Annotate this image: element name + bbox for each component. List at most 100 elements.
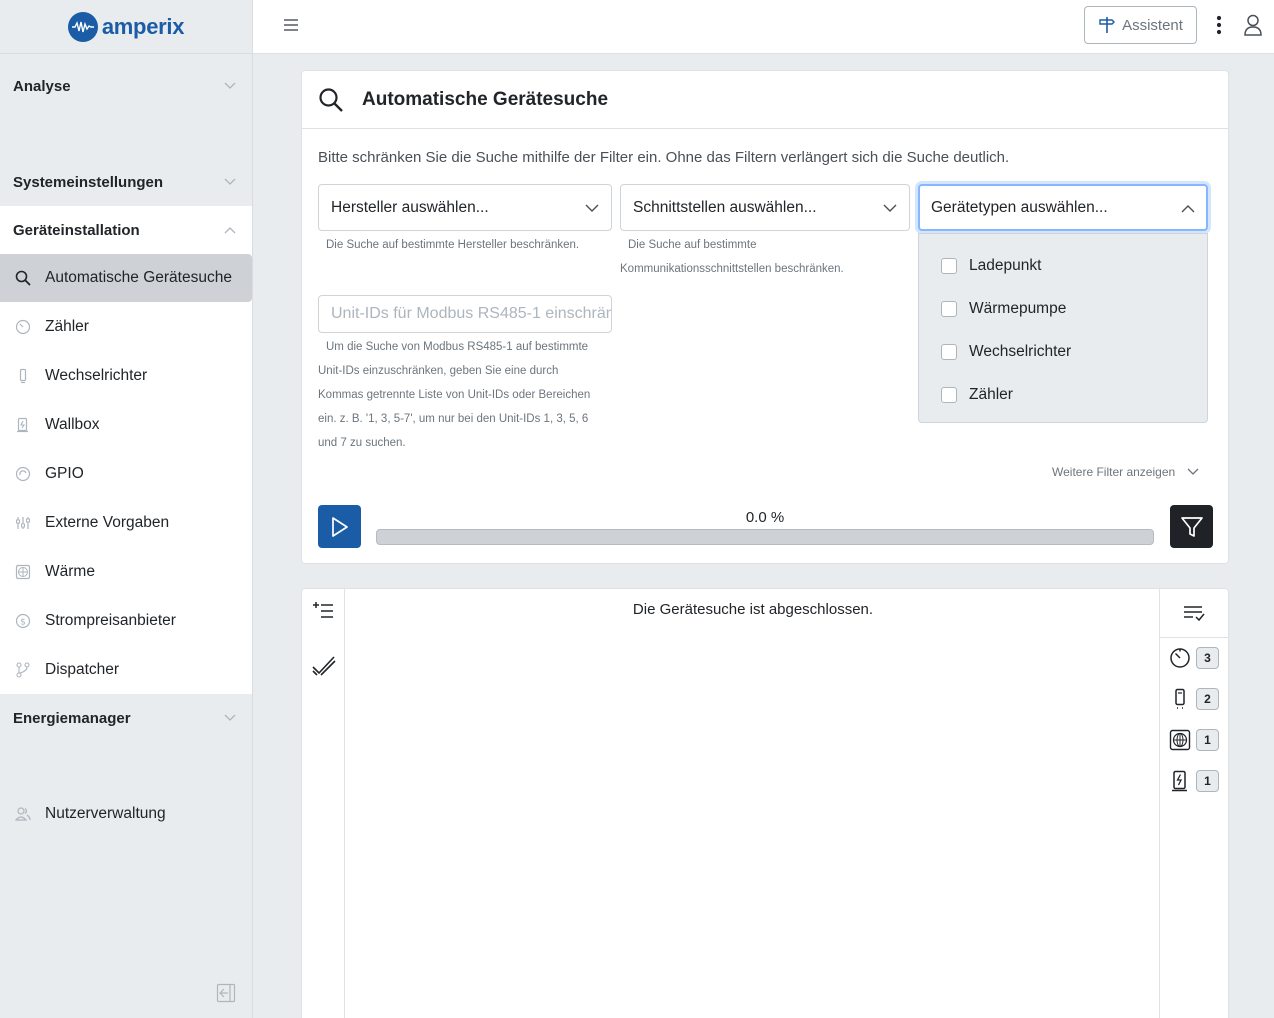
sidebar-item-label: Automatische Gerätesuche bbox=[45, 269, 232, 286]
sidebar-item-wechselrichter[interactable]: Wechselrichter bbox=[0, 352, 252, 400]
sidebar-item-zaehler[interactable]: Zähler bbox=[0, 303, 252, 351]
option-label: Wärmepumpe bbox=[969, 300, 1067, 317]
filter-button[interactable] bbox=[1170, 505, 1213, 548]
nav-group-geraeteinstallation[interactable]: Geräteinstallation bbox=[0, 206, 252, 254]
wallbox-icon bbox=[15, 417, 31, 433]
manufacturer-select[interactable]: Hersteller auswählen... bbox=[318, 184, 612, 231]
sidebar-item-dispatcher[interactable]: Dispatcher bbox=[0, 646, 252, 694]
add-list-icon[interactable] bbox=[312, 601, 334, 624]
more-filters-toggle[interactable]: Weitere Filter anzeigen bbox=[1052, 465, 1199, 479]
price-icon: $ bbox=[15, 613, 31, 629]
sidebar-item-wallbox[interactable]: Wallbox bbox=[0, 401, 252, 449]
card-header: Automatische Gerätesuche bbox=[302, 71, 1228, 129]
summary-header bbox=[1160, 589, 1228, 638]
checkbox[interactable] bbox=[941, 258, 957, 274]
device-type-option[interactable]: Zähler bbox=[941, 384, 1013, 406]
interfaces-select-value: Schnittstellen auswählen... bbox=[633, 198, 817, 216]
option-label: Ladepunkt bbox=[969, 257, 1042, 274]
nav-group-label: Systemeinstellungen bbox=[13, 173, 164, 191]
unit-ids-input[interactable]: Unit-IDs für Modbus RS485-1 einschränken bbox=[318, 295, 612, 333]
nav-group-label: Geräteinstallation bbox=[13, 221, 140, 239]
chevron-up-icon bbox=[224, 227, 236, 234]
heat-icon bbox=[15, 564, 31, 580]
chevron-down-icon bbox=[585, 204, 599, 212]
device-count-row[interactable]: 3 bbox=[1160, 643, 1229, 673]
device-type-option[interactable]: Wechselrichter bbox=[941, 341, 1071, 363]
nav-group-energiemanager[interactable]: Energiemanager bbox=[0, 694, 252, 742]
play-icon bbox=[331, 516, 348, 537]
device-type-option[interactable]: Wärmepumpe bbox=[941, 298, 1066, 320]
manufacturer-help: Die Suche auf bestimmte Hersteller besch… bbox=[326, 239, 580, 251]
sidebar-item-label: Zähler bbox=[45, 318, 89, 335]
checkbox[interactable] bbox=[941, 344, 957, 360]
meter-icon bbox=[15, 319, 31, 335]
assistant-button[interactable]: Assistent bbox=[1084, 6, 1197, 44]
signpost-icon bbox=[1099, 17, 1116, 33]
device-count-row[interactable]: 2 bbox=[1160, 684, 1229, 714]
more-filters-label: Weitere Filter anzeigen bbox=[1052, 465, 1176, 479]
results-toolbar bbox=[302, 589, 345, 1018]
sidebar-item-label: GPIO bbox=[45, 465, 84, 482]
svg-text:$: $ bbox=[20, 618, 26, 628]
wallbox-icon bbox=[1169, 770, 1191, 792]
brand-name: amperix bbox=[101, 13, 185, 39]
page-title: Automatische Gerätesuche bbox=[362, 88, 609, 110]
user-icon[interactable] bbox=[1243, 14, 1263, 41]
more-options-icon[interactable] bbox=[1216, 15, 1222, 40]
option-label: Wechselrichter bbox=[969, 343, 1072, 360]
device-types-select-value: Gerätetypen auswählen... bbox=[931, 198, 1108, 216]
device-count-row[interactable]: 1 bbox=[1160, 766, 1229, 796]
nav-group-analyse[interactable]: Analyse bbox=[0, 62, 252, 110]
sidebar-item-label: Dispatcher bbox=[45, 661, 120, 678]
option-label: Zähler bbox=[969, 386, 1013, 403]
sidebar-item-externe-vorgaben[interactable]: Externe Vorgaben bbox=[0, 499, 252, 547]
nav-group-label: Energiemanager bbox=[13, 709, 131, 727]
sidebar-item-strompreisanbieter[interactable]: $ Strompreisanbieter bbox=[0, 597, 252, 645]
external-specs-icon bbox=[15, 515, 31, 531]
unit-ids-help-line: Kommas getrennte Liste von Unit-IDs oder… bbox=[318, 389, 591, 401]
inverter-icon bbox=[1169, 688, 1191, 710]
brand-logo[interactable]: amperix bbox=[0, 0, 252, 54]
gpio-icon bbox=[15, 466, 31, 482]
interfaces-help-line: Die Suche auf bestimmte bbox=[628, 239, 757, 251]
interfaces-help-line: Kommunikationsschnittstellen beschränken… bbox=[620, 263, 844, 275]
unit-ids-help-line: Unit-IDs einzuschränken, geben Sie eine … bbox=[318, 365, 559, 377]
unit-ids-help-line: ein. z. B. '1, 3, 5-7', um nur bei den U… bbox=[318, 413, 589, 425]
sidebar-item-automatische-geraetesuche[interactable]: Automatische Gerätesuche bbox=[0, 254, 252, 302]
progress-bar bbox=[376, 529, 1154, 545]
list-check-icon[interactable] bbox=[1183, 604, 1205, 622]
dispatcher-icon bbox=[15, 662, 31, 678]
search-icon bbox=[319, 87, 343, 112]
intro-text: Bitte schränken Sie die Suche mithilfe d… bbox=[318, 149, 1010, 166]
unit-ids-help-line: und 7 zu suchen. bbox=[318, 437, 406, 449]
count-badge: 1 bbox=[1196, 770, 1219, 792]
check-all-icon[interactable] bbox=[312, 655, 336, 682]
sidebar-item-label: Externe Vorgaben bbox=[45, 514, 170, 531]
device-summary-panel: 3 2 1 1 bbox=[1159, 589, 1228, 1018]
sidebar-item-label: Wärme bbox=[45, 563, 95, 580]
unit-ids-help-line: Um die Suche von Modbus RS485-1 auf best… bbox=[326, 341, 589, 353]
sidebar-item-nutzerverwaltung[interactable]: Nutzerverwaltung bbox=[0, 790, 252, 838]
nav-section-geraeteinstallation: Geräteinstallation Automatische Gerätesu… bbox=[0, 206, 252, 694]
sidebar-item-label: Wallbox bbox=[45, 416, 100, 433]
device-search-card: Automatische Gerätesuche Bitte schränken… bbox=[301, 70, 1229, 564]
chevron-down-icon bbox=[224, 82, 236, 89]
interfaces-select[interactable]: Schnittstellen auswählen... bbox=[620, 184, 910, 231]
nav-group-systemeinstellungen[interactable]: Systemeinstellungen bbox=[0, 158, 252, 206]
collapse-sidebar-icon[interactable] bbox=[216, 983, 236, 1008]
count-badge: 1 bbox=[1196, 729, 1219, 751]
sidebar-item-gpio[interactable]: GPIO bbox=[0, 450, 252, 498]
menu-toggle-icon[interactable] bbox=[283, 18, 299, 37]
start-search-button[interactable] bbox=[318, 505, 361, 548]
checkbox[interactable] bbox=[941, 301, 957, 317]
device-types-select[interactable]: Gerätetypen auswählen... bbox=[918, 184, 1208, 231]
sidebar-item-label: Nutzerverwaltung bbox=[45, 805, 166, 822]
checkbox[interactable] bbox=[941, 387, 957, 403]
sidebar-item-waerme[interactable]: Wärme bbox=[0, 548, 252, 596]
meter-icon bbox=[1169, 647, 1191, 669]
unit-ids-placeholder: Unit-IDs für Modbus RS485-1 einschränken bbox=[331, 305, 612, 322]
device-type-option[interactable]: Ladepunkt bbox=[941, 255, 1041, 277]
search-icon bbox=[15, 270, 31, 286]
device-count-row[interactable]: 1 bbox=[1160, 725, 1229, 755]
progress-label: 0.0 % bbox=[745, 509, 785, 526]
